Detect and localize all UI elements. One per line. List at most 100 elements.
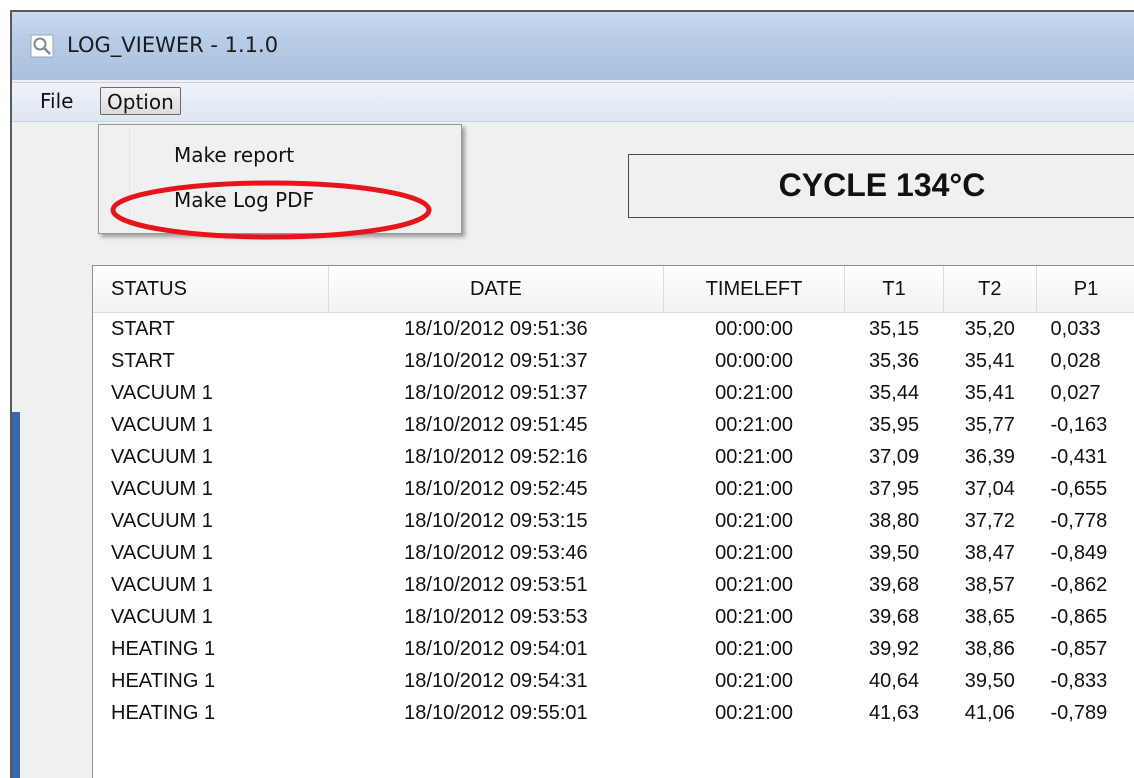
cell-status: START [111, 317, 175, 340]
cell-status: HEATING 1 [111, 669, 216, 692]
cycle-display: CYCLE 134°C [628, 154, 1134, 218]
cell-date: 18/10/2012 09:54:01 [404, 637, 588, 660]
cell-status: VACUUM 1 [111, 509, 213, 532]
cell-p1: -0,849 [1050, 541, 1108, 564]
cell-timeleft: 00:00:00 [715, 349, 793, 372]
cell-date: 18/10/2012 09:52:45 [404, 477, 588, 500]
cell-timeleft: 00:21:00 [715, 701, 793, 724]
cell-timeleft: 00:21:00 [715, 477, 793, 500]
cell-status: START [111, 349, 175, 372]
cell-p1: -0,431 [1050, 445, 1108, 468]
cell-p1: -0,865 [1050, 605, 1108, 628]
cell-date: 18/10/2012 09:51:37 [404, 349, 588, 372]
cell-timeleft: 00:21:00 [715, 445, 793, 468]
cell-t2: 35,77 [964, 413, 1015, 436]
cell-t2: 38,65 [964, 605, 1015, 628]
cell-t1: 35,95 [869, 413, 920, 436]
table-row[interactable]: HEATING 1 18/10/2012 09:54:01 00:21:00 3… [93, 633, 1134, 665]
cell-status: VACUUM 1 [111, 477, 213, 500]
app-window: LOG_VIEWER - 1.1.0 File Option CYCLE 134… [10, 10, 1134, 778]
cell-p1: -0,655 [1050, 477, 1108, 500]
column-header-t2[interactable]: T2 [943, 266, 1038, 313]
cell-p1: -0,862 [1050, 573, 1108, 596]
menu-file[interactable]: File [34, 87, 79, 115]
cell-timeleft: 00:21:00 [715, 573, 793, 596]
cell-t2: 38,86 [964, 637, 1015, 660]
cell-t2: 35,41 [964, 349, 1015, 372]
table-header-row: STATUS DATE TIMELEFT T1 T2 P1 [93, 266, 1134, 313]
cell-status: HEATING 1 [111, 637, 216, 660]
column-header-p1[interactable]: P1 [1036, 266, 1134, 313]
cell-status: VACUUM 1 [111, 573, 213, 596]
cell-t1: 38,80 [869, 509, 920, 532]
table-row[interactable]: VACUUM 1 18/10/2012 09:52:16 00:21:00 37… [93, 441, 1134, 473]
cell-status: HEATING 1 [111, 701, 216, 724]
cell-t2: 35,41 [964, 381, 1015, 404]
cell-t1: 35,36 [869, 349, 920, 372]
cell-timeleft: 00:00:00 [715, 317, 793, 340]
cell-t2: 36,39 [964, 445, 1015, 468]
cell-timeleft: 00:21:00 [715, 381, 793, 404]
cell-date: 18/10/2012 09:55:01 [404, 701, 588, 724]
table-row[interactable]: VACUUM 1 18/10/2012 09:52:45 00:21:00 37… [93, 473, 1134, 505]
cell-timeleft: 00:21:00 [715, 541, 793, 564]
menu-bar: File Option [12, 82, 1134, 122]
cell-timeleft: 00:21:00 [715, 605, 793, 628]
table-row[interactable]: HEATING 1 18/10/2012 09:55:01 00:21:00 4… [93, 697, 1134, 729]
table-row[interactable]: START 18/10/2012 09:51:37 00:00:00 35,36… [93, 345, 1134, 377]
cell-date: 18/10/2012 09:53:15 [404, 509, 588, 532]
cell-t1: 41,63 [869, 701, 920, 724]
cell-date: 18/10/2012 09:54:31 [404, 669, 588, 692]
cell-p1: 0,027 [1050, 381, 1101, 404]
menu-option[interactable]: Option [100, 87, 181, 115]
cell-t2: 38,57 [964, 573, 1015, 596]
cell-timeleft: 00:21:00 [715, 509, 793, 532]
cell-date: 18/10/2012 09:51:36 [404, 317, 588, 340]
cell-t1: 39,50 [869, 541, 920, 564]
cell-p1: -0,789 [1050, 701, 1108, 724]
table-row[interactable]: HEATING 1 18/10/2012 09:54:31 00:21:00 4… [93, 665, 1134, 697]
cell-t1: 39,68 [869, 573, 920, 596]
table-row[interactable]: VACUUM 1 18/10/2012 09:51:45 00:21:00 35… [93, 409, 1134, 441]
cell-date: 18/10/2012 09:53:51 [404, 573, 588, 596]
table-row[interactable]: VACUUM 1 18/10/2012 09:53:51 00:21:00 39… [93, 569, 1134, 601]
cell-t2: 38,47 [964, 541, 1015, 564]
cell-date: 18/10/2012 09:51:45 [404, 413, 588, 436]
cell-status: VACUUM 1 [111, 413, 213, 436]
cell-t1: 39,92 [869, 637, 920, 660]
column-header-t1[interactable]: T1 [844, 266, 944, 313]
table-row[interactable]: VACUUM 1 18/10/2012 09:51:37 00:21:00 35… [93, 377, 1134, 409]
cell-t2: 37,04 [964, 477, 1015, 500]
cell-status: VACUUM 1 [111, 541, 213, 564]
table-row[interactable]: VACUUM 1 18/10/2012 09:53:46 00:21:00 39… [93, 537, 1134, 569]
window-edge-accent [12, 412, 20, 778]
column-header-timeleft[interactable]: TIMELEFT [663, 266, 846, 313]
cell-t1: 37,95 [869, 477, 920, 500]
cell-date: 18/10/2012 09:51:37 [404, 381, 588, 404]
cell-t1: 39,68 [869, 605, 920, 628]
log-table: STATUS DATE TIMELEFT T1 T2 P1 START 18/1… [93, 266, 1134, 729]
cell-date: 18/10/2012 09:52:16 [404, 445, 588, 468]
cell-status: VACUUM 1 [111, 605, 213, 628]
table-row[interactable]: VACUUM 1 18/10/2012 09:53:15 00:21:00 38… [93, 505, 1134, 537]
cell-t1: 35,44 [869, 381, 920, 404]
cell-timeleft: 00:21:00 [715, 413, 793, 436]
window-title: LOG_VIEWER - 1.1.0 [67, 33, 279, 57]
log-grid[interactable]: STATUS DATE TIMELEFT T1 T2 P1 START 18/1… [92, 265, 1134, 778]
cell-p1: 0,028 [1050, 349, 1101, 372]
highlight-ellipse [110, 180, 432, 240]
table-row[interactable]: VACUUM 1 18/10/2012 09:53:53 00:21:00 39… [93, 601, 1134, 633]
cell-t2: 35,20 [964, 317, 1015, 340]
cell-timeleft: 00:21:00 [715, 637, 793, 660]
menu-item-make-report[interactable]: Make report [174, 140, 294, 170]
column-header-status[interactable]: STATUS [93, 266, 330, 313]
cell-t2: 37,72 [964, 509, 1015, 532]
table-row[interactable]: START 18/10/2012 09:51:36 00:00:00 35,15… [93, 313, 1134, 346]
cell-date: 18/10/2012 09:53:46 [404, 541, 588, 564]
cell-status: VACUUM 1 [111, 445, 213, 468]
cell-status: VACUUM 1 [111, 381, 213, 404]
cell-t2: 41,06 [964, 701, 1015, 724]
title-bar[interactable]: LOG_VIEWER - 1.1.0 [12, 12, 1134, 80]
column-header-date[interactable]: DATE [328, 266, 664, 313]
cell-p1: -0,163 [1050, 413, 1108, 436]
